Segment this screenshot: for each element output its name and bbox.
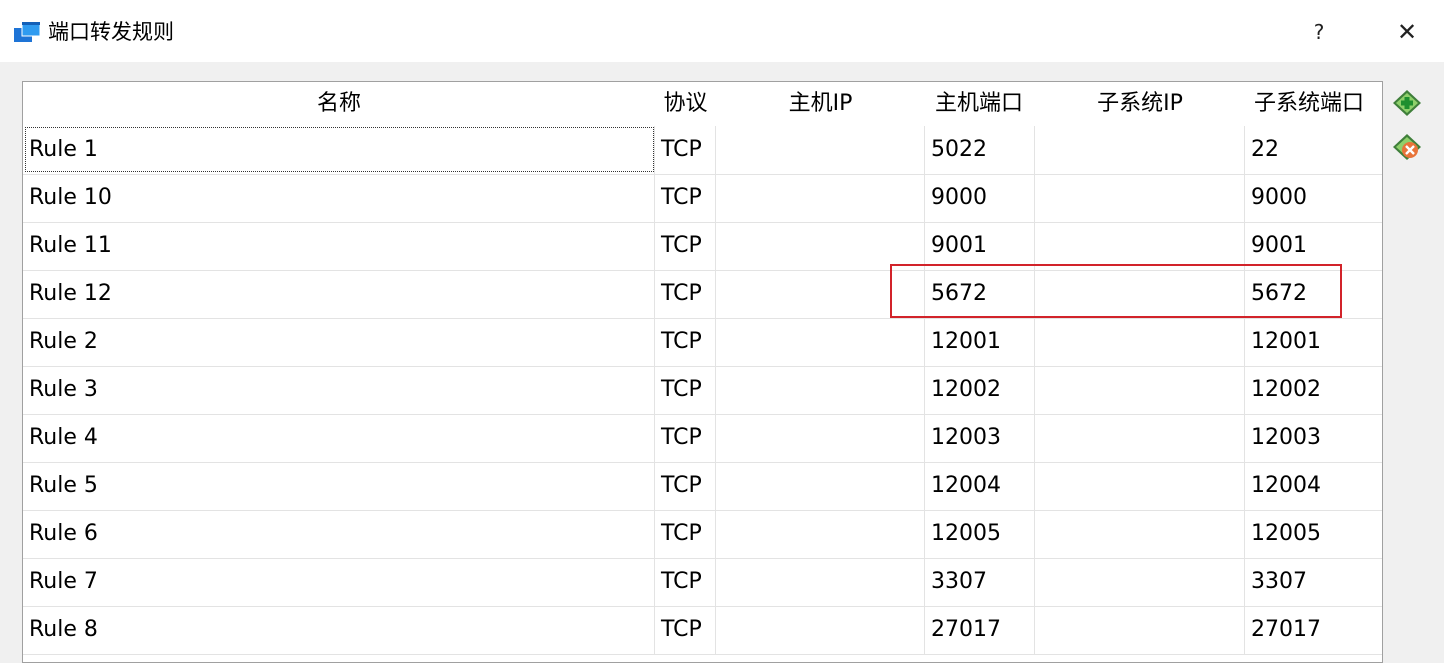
- cell-subsystem-port: 3307: [1251, 569, 1307, 594]
- cell-host-port: 9001: [925, 222, 1035, 270]
- cell-name: Rule 8: [23, 606, 655, 654]
- close-button[interactable]: ✕: [1390, 15, 1424, 49]
- cell-host-ip: [716, 366, 925, 414]
- cell-host-port: 3307: [925, 558, 1035, 606]
- table-row[interactable]: Rule 8 TCP 27017 27017: [23, 606, 1382, 655]
- cell-name: Rule 7: [23, 558, 655, 606]
- cell-name: Rule 12: [23, 270, 655, 318]
- column-header-name[interactable]: 名称: [23, 82, 656, 126]
- window-title: 端口转发规则: [48, 20, 174, 44]
- cell-host-ip: [716, 270, 925, 318]
- table-row[interactable]: Rule 1 TCP 5022 22: [23, 126, 1382, 175]
- cell-subsystem-ip: [1035, 222, 1245, 270]
- cell-subsystem-port: 12004: [1251, 473, 1321, 498]
- cell-host-port: 9000: [925, 174, 1035, 222]
- column-header-protocol[interactable]: 协议: [655, 82, 717, 126]
- cell-protocol: TCP: [655, 606, 716, 654]
- table-row[interactable]: Rule 11 TCP 9001 9001: [23, 222, 1382, 271]
- table-row[interactable]: Rule 2 TCP 12001 12001: [23, 318, 1382, 367]
- cell-host-ip: [716, 414, 925, 462]
- column-header-host-ip[interactable]: 主机IP: [716, 82, 925, 126]
- cell-name: Rule 4: [23, 414, 655, 462]
- cell-subsystem-port: 12005: [1251, 521, 1321, 546]
- cell-subsystem-ip: [1035, 318, 1245, 366]
- cell-subsystem-ip: [1035, 558, 1245, 606]
- network-window-icon: [14, 21, 41, 42]
- cell-protocol: TCP: [655, 174, 716, 222]
- table-row[interactable]: Rule 12 TCP 5672 5672: [23, 270, 1382, 319]
- cell-subsystem-ip: [1035, 414, 1245, 462]
- cell-protocol: TCP: [655, 414, 716, 462]
- cell-host-port: 12004: [925, 462, 1035, 510]
- cell-subsystem-port: 12001: [1251, 329, 1321, 354]
- cell-subsystem-ip: [1035, 270, 1245, 318]
- add-rule-icon[interactable]: [1390, 88, 1424, 118]
- cell-subsystem-ip: [1035, 606, 1245, 654]
- cell-name: Rule 3: [23, 366, 655, 414]
- cell-host-port: 12001: [925, 318, 1035, 366]
- cell-name: Rule 1: [23, 126, 655, 174]
- cell-subsystem-port: 9001: [1251, 233, 1307, 258]
- cell-name: Rule 5: [23, 462, 655, 510]
- cell-host-ip: [716, 558, 925, 606]
- cell-host-ip: [716, 222, 925, 270]
- cell-name: Rule 10: [23, 174, 655, 222]
- cell-subsystem-port: 12002: [1251, 377, 1321, 402]
- cell-subsystem-ip: [1035, 174, 1245, 222]
- cell-host-port: 12003: [925, 414, 1035, 462]
- cell-subsystem-port: 27017: [1251, 617, 1321, 642]
- table-row[interactable]: Rule 6 TCP 12005 12005: [23, 510, 1382, 559]
- cell-subsystem-ip: [1035, 126, 1245, 174]
- cell-subsystem-ip: [1035, 462, 1245, 510]
- cell-name: Rule 2: [23, 318, 655, 366]
- cell-host-ip: [716, 174, 925, 222]
- column-header-host-port[interactable]: 主机端口: [925, 82, 1035, 126]
- table-row[interactable]: Rule 4 TCP 12003 12003: [23, 414, 1382, 463]
- port-forwarding-table[interactable]: 名称 协议 主机IP 主机端口 子系统IP 子系统端口 Rule 1 TCP 5…: [22, 81, 1383, 663]
- cell-host-ip: [716, 318, 925, 366]
- cell-protocol: TCP: [655, 462, 716, 510]
- cell-protocol: TCP: [655, 558, 716, 606]
- cell-subsystem-port: 12003: [1251, 425, 1321, 450]
- column-header-subsystem-ip[interactable]: 子系统IP: [1035, 82, 1245, 126]
- cell-host-port: 5672: [925, 270, 1035, 318]
- cell-protocol: TCP: [655, 366, 716, 414]
- cell-subsystem-port: 22: [1251, 137, 1279, 162]
- cell-host-port: 12002: [925, 366, 1035, 414]
- cell-host-ip: [716, 606, 925, 654]
- title-bar: 端口转发规则 ? ✕: [0, 0, 1444, 62]
- cell-name: Rule 11: [23, 222, 655, 270]
- cell-name: Rule 6: [23, 510, 655, 558]
- cell-host-ip: [716, 126, 925, 174]
- cell-subsystem-port: 5672: [1251, 281, 1307, 306]
- cell-host-ip: [716, 510, 925, 558]
- cell-protocol: TCP: [655, 126, 716, 174]
- table-row[interactable]: Rule 5 TCP 12004 12004: [23, 462, 1382, 511]
- cell-subsystem-ip: [1035, 366, 1245, 414]
- help-button[interactable]: ?: [1304, 15, 1334, 49]
- cell-host-port: 12005: [925, 510, 1035, 558]
- cell-protocol: TCP: [655, 318, 716, 366]
- cell-host-ip: [716, 462, 925, 510]
- cell-host-port: 5022: [925, 126, 1035, 174]
- cell-protocol: TCP: [655, 270, 716, 318]
- cell-host-port: 27017: [925, 606, 1035, 654]
- table-row[interactable]: Rule 10 TCP 9000 9000: [23, 174, 1382, 223]
- cell-subsystem-port: 9000: [1251, 185, 1307, 210]
- table-row[interactable]: Rule 3 TCP 12002 12002: [23, 366, 1382, 415]
- cell-protocol: TCP: [655, 222, 716, 270]
- table-row[interactable]: Rule 7 TCP 3307 3307: [23, 558, 1382, 607]
- remove-rule-icon[interactable]: [1390, 132, 1424, 162]
- cell-subsystem-ip: [1035, 510, 1245, 558]
- column-header-subsystem-port[interactable]: 子系统端口: [1245, 82, 1382, 126]
- cell-protocol: TCP: [655, 510, 716, 558]
